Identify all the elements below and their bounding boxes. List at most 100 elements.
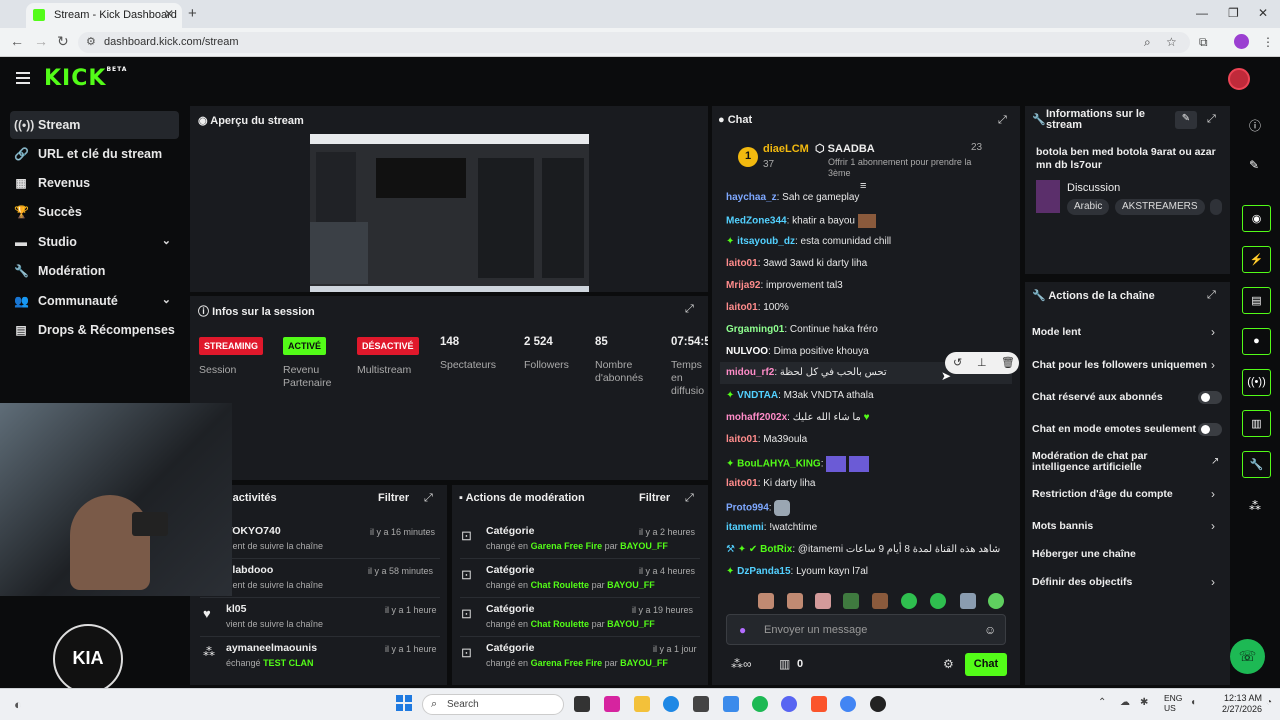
kick-logo[interactable]: KICKBETA bbox=[44, 66, 127, 91]
emote-image[interactable] bbox=[787, 593, 803, 609]
sidebar-item-url[interactable]: 🔗 URL et clé du stream bbox=[10, 140, 179, 168]
sidebar-item-stream[interactable]: ((•)) Stream bbox=[10, 111, 179, 139]
browser-profile-avatar[interactable] bbox=[1234, 34, 1249, 49]
tag-chip-overflow[interactable] bbox=[1210, 199, 1222, 215]
notes-icon[interactable]: ▤ bbox=[1242, 287, 1271, 314]
sidebar-item-moderation[interactable]: 🔧 Modération bbox=[10, 257, 179, 285]
minimize-icon[interactable]: — bbox=[1196, 6, 1208, 20]
user-avatar[interactable] bbox=[1228, 68, 1250, 90]
chevron-right-icon[interactable]: › bbox=[1211, 358, 1215, 372]
browser-menu-icon[interactable]: ⋮ bbox=[1262, 35, 1274, 49]
send-chat-button[interactable]: Chat bbox=[965, 653, 1007, 676]
chrome-icon[interactable] bbox=[840, 696, 856, 712]
popout-icon[interactable]: ⤢ bbox=[998, 114, 1007, 127]
app-icon[interactable] bbox=[723, 696, 739, 712]
file-explorer-icon[interactable] bbox=[634, 696, 650, 712]
app-icon[interactable] bbox=[870, 696, 886, 712]
emote-image[interactable] bbox=[901, 593, 917, 609]
new-tab-button[interactable]: + bbox=[188, 5, 197, 22]
emote-image[interactable] bbox=[988, 593, 1004, 609]
zoom-icon[interactable]: ⌕ bbox=[1144, 35, 1151, 50]
taskbar-clock[interactable]: 12:13 AM 2/27/2026 bbox=[1222, 693, 1262, 715]
microphone-icon[interactable]: ● bbox=[739, 623, 746, 637]
pin-icon[interactable]: ⊥ bbox=[977, 356, 987, 369]
url-field[interactable]: ⚙ dashboard.kick.com/stream bbox=[78, 32, 1190, 53]
action-slow-mode[interactable]: Mode lent bbox=[1032, 326, 1081, 338]
taskbar-search[interactable]: ⌕ Search bbox=[422, 694, 564, 715]
browser-tab[interactable]: Stream - Kick Dashboard ✕ bbox=[26, 3, 182, 28]
reply-icon[interactable]: ↺ bbox=[953, 356, 962, 369]
popout-icon[interactable]: ⤢ bbox=[685, 492, 694, 505]
edge-icon[interactable] bbox=[663, 696, 679, 712]
emote-image[interactable] bbox=[843, 593, 859, 609]
back-icon[interactable]: ← bbox=[10, 33, 24, 49]
collapse-pinned-icon[interactable]: ≡ bbox=[860, 180, 866, 192]
action-age-restriction[interactable]: Restriction d'âge du compte bbox=[1032, 488, 1173, 500]
store-icon[interactable]: ▥ bbox=[1242, 410, 1271, 437]
clip-icon[interactable]: ◉ bbox=[1242, 205, 1271, 232]
chat-icon[interactable]: ● bbox=[1242, 328, 1271, 355]
action-set-goals[interactable]: Définir des objectifs bbox=[1032, 576, 1132, 588]
sidebar-item-communaute[interactable]: 👥 Communauté ⌄ bbox=[10, 287, 179, 315]
popout-icon[interactable]: ⤢ bbox=[1207, 289, 1216, 302]
info-circle-icon[interactable]: ⓘ bbox=[1249, 117, 1261, 134]
support-chat-icon[interactable]: ☏ bbox=[1230, 639, 1265, 674]
close-tab-icon[interactable]: ✕ bbox=[164, 7, 174, 21]
chevron-right-icon[interactable]: › bbox=[1211, 487, 1215, 501]
language-indicator[interactable]: ENG US bbox=[1164, 693, 1182, 713]
emote-image[interactable] bbox=[815, 593, 831, 609]
wrench-icon[interactable]: 🔧 bbox=[1242, 451, 1271, 478]
chevron-right-icon[interactable]: › bbox=[1211, 575, 1215, 589]
edit-info-button[interactable]: ✎ bbox=[1175, 111, 1197, 129]
forward-icon[interactable]: → bbox=[34, 33, 48, 49]
chat-settings-icon[interactable]: ⚙ bbox=[943, 657, 954, 671]
bluetooth-icon[interactable]: ✱ bbox=[1140, 697, 1148, 708]
popout-icon[interactable]: ⤢ bbox=[1207, 113, 1216, 126]
close-window-icon[interactable]: ✕ bbox=[1258, 6, 1268, 20]
stream-preview-video[interactable] bbox=[310, 134, 589, 292]
task-view-icon[interactable] bbox=[574, 696, 590, 712]
category-name[interactable]: Discussion bbox=[1067, 182, 1120, 194]
start-icon[interactable] bbox=[396, 695, 412, 711]
subscribers-only-toggle[interactable] bbox=[1198, 391, 1222, 404]
sidebar-item-drops[interactable]: ▤ Drops & Récompenses bbox=[10, 316, 179, 344]
network-icon[interactable]: ☁ bbox=[1120, 697, 1130, 708]
bookmark-star-icon[interactable]: ☆ bbox=[1166, 35, 1177, 49]
sidebar-item-succes[interactable]: 🏆 Succès bbox=[10, 198, 179, 226]
tag-chip[interactable]: AKSTREAMERS bbox=[1115, 199, 1205, 215]
sidebar-item-revenus[interactable]: ▦ Revenus bbox=[10, 169, 179, 197]
volume-icon[interactable]: ◖ bbox=[1190, 697, 1196, 708]
emotes-only-toggle[interactable] bbox=[1198, 423, 1222, 436]
instagram-icon[interactable] bbox=[604, 696, 620, 712]
emote-image[interactable] bbox=[758, 593, 774, 609]
channel-points-icon[interactable]: ⁂∞ bbox=[731, 657, 752, 671]
brave-icon[interactable] bbox=[811, 696, 827, 712]
store-app-icon[interactable] bbox=[693, 696, 709, 712]
emoji-icon[interactable]: ☺ bbox=[984, 623, 996, 637]
discord-icon[interactable] bbox=[781, 696, 797, 712]
reload-icon[interactable]: ↻ bbox=[57, 33, 69, 50]
chevron-right-icon[interactable]: › bbox=[1211, 325, 1215, 339]
restore-icon[interactable]: ❐ bbox=[1228, 6, 1239, 20]
delete-icon[interactable]: 🗑 bbox=[1001, 356, 1015, 369]
popout-icon[interactable]: ⤢ bbox=[685, 303, 694, 316]
emote-image[interactable] bbox=[960, 593, 976, 609]
points-icon[interactable]: ⁂ bbox=[1249, 499, 1261, 513]
emote-image[interactable] bbox=[930, 593, 946, 609]
modactions-filter-button[interactable]: Filtrer bbox=[639, 492, 670, 504]
site-info-icon[interactable]: ⚙ bbox=[86, 35, 96, 48]
broadcast-icon[interactable]: ((•)) bbox=[1242, 369, 1271, 396]
spotify-icon[interactable] bbox=[752, 696, 768, 712]
popout-icon[interactable]: ⤢ bbox=[424, 492, 433, 505]
widgets-icon[interactable]: ◐ bbox=[14, 697, 22, 712]
lightning-icon[interactable]: ⚡ bbox=[1242, 246, 1271, 273]
extensions-icon[interactable]: ⧉ bbox=[1199, 35, 1208, 50]
action-banned-words[interactable]: Mots bannis bbox=[1032, 520, 1093, 532]
activity-filter-button[interactable]: Filtrer bbox=[378, 492, 409, 504]
sidebar-item-studio[interactable]: ▬ Studio ⌄ bbox=[10, 228, 179, 256]
notifications-icon[interactable]: ◔ bbox=[1266, 697, 1272, 708]
external-link-icon[interactable]: ↗ bbox=[1211, 456, 1219, 467]
tray-arrow-icon[interactable]: ⌃ bbox=[1098, 697, 1106, 708]
action-host-channel[interactable]: Héberger une chaîne bbox=[1032, 548, 1136, 560]
emote-image[interactable] bbox=[872, 593, 888, 609]
